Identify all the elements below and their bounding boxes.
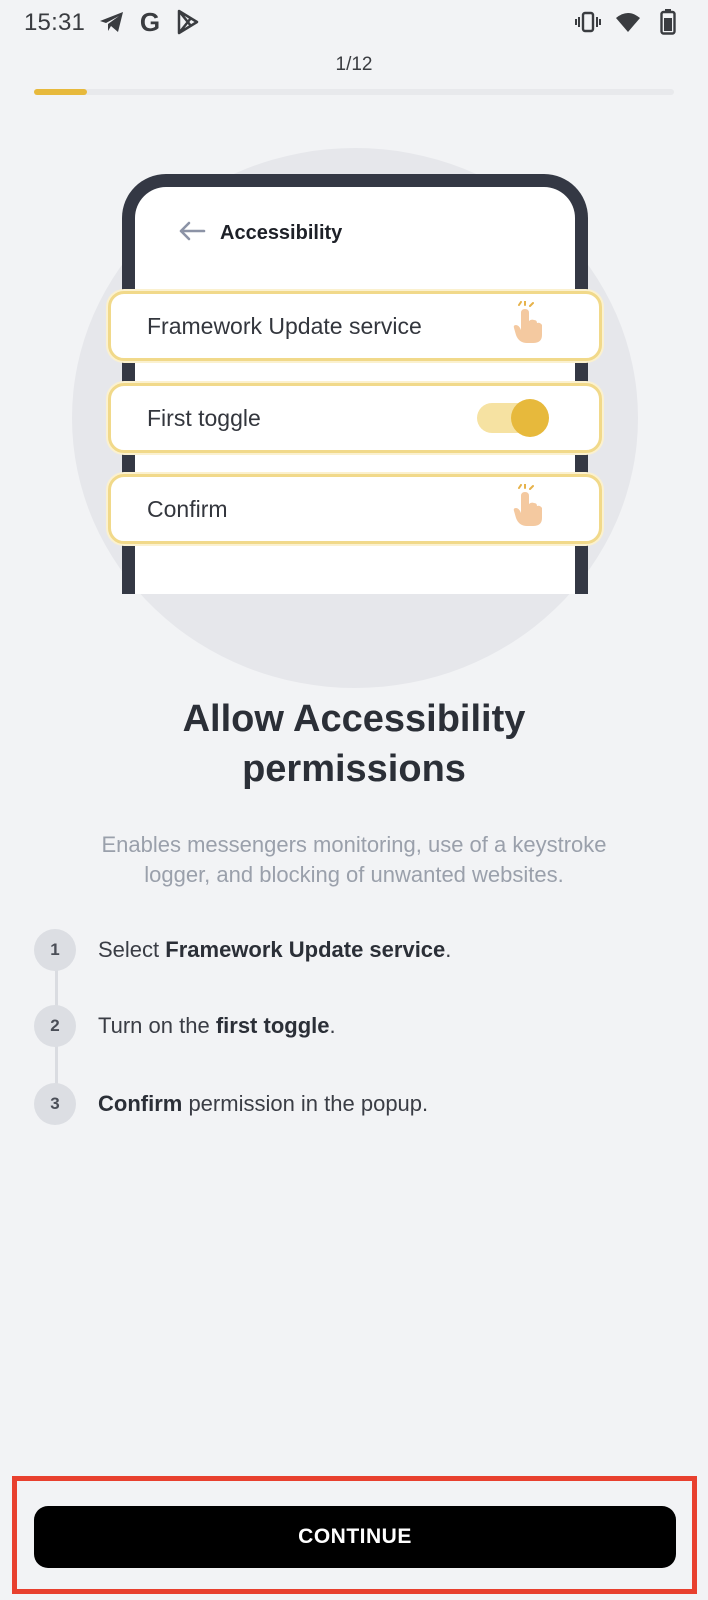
- progress-bar-fill: [34, 89, 87, 95]
- google-icon: G: [139, 7, 161, 37]
- status-system-icons: [574, 8, 682, 36]
- phone-header-title: Accessibility: [220, 221, 343, 244]
- step-number: 1: [34, 929, 76, 971]
- telegram-icon: [98, 8, 126, 36]
- phone-header: Accessibility: [178, 218, 342, 248]
- illustration-card-framework-update: Framework Update service: [108, 291, 602, 361]
- continue-button[interactable]: CONTINUE: [34, 1506, 676, 1568]
- toggle-switch: [477, 399, 549, 437]
- step-item: 3 Confirm permission in the popup.: [34, 1082, 428, 1126]
- tap-hand-icon: [507, 300, 547, 351]
- battery-icon: [654, 8, 682, 36]
- play-store-icon: [174, 8, 202, 36]
- step-number: 3: [34, 1083, 76, 1125]
- arrow-left-icon: [178, 220, 206, 247]
- wifi-icon: [614, 8, 642, 36]
- page-title: Allow Accessibility permissions: [182, 698, 526, 790]
- step-text: Confirm permission in the popup.: [98, 1091, 429, 1116]
- toggle-knob: [511, 399, 549, 437]
- phone-illustration-fade: [100, 566, 610, 696]
- status-time: 15:31: [24, 9, 86, 36]
- step-number: 2: [34, 1005, 76, 1047]
- progress-counter: 1/12: [335, 54, 373, 75]
- illustration-card-first-toggle: First toggle: [108, 383, 602, 453]
- tap-hand-icon: [507, 483, 547, 534]
- step-text: Select Framework Update service.: [98, 937, 452, 962]
- step-item: 1 Select Framework Update service.: [34, 928, 451, 972]
- status-bar: 15:31 G: [0, 0, 708, 48]
- vibrate-icon: [574, 8, 602, 36]
- illustration-card-confirm: Confirm: [108, 474, 602, 544]
- step-item: 2 Turn on the first toggle.: [34, 1004, 336, 1048]
- illustration-card-label: Framework Update service: [147, 312, 422, 339]
- toggle-track: [477, 399, 549, 437]
- illustration-card-label: First toggle: [147, 404, 261, 431]
- illustration-card-label: Confirm: [147, 495, 228, 522]
- status-notification-icons: G: [98, 8, 202, 36]
- page-description: Enables messengers monitoring, use of a …: [101, 832, 607, 887]
- progress-bar: [34, 89, 674, 95]
- step-text: Turn on the first toggle.: [98, 1013, 336, 1038]
